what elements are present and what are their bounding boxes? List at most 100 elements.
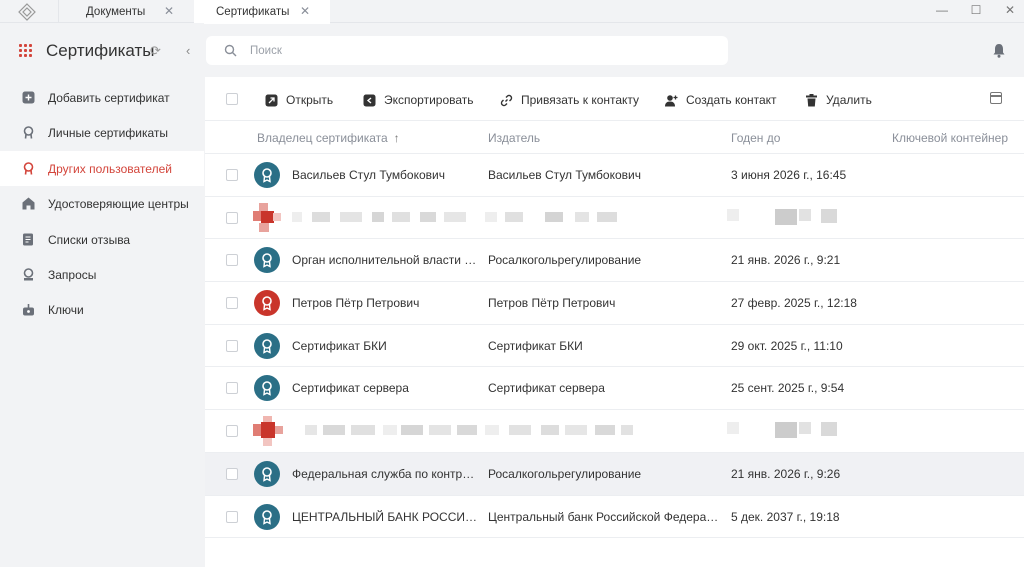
sidebar-item-revocation-lists[interactable]: Списки отзыва bbox=[0, 222, 204, 257]
sidebar-item-certificate-authorities[interactable]: Удостоверяющие центры bbox=[0, 186, 204, 221]
certificate-avatar-icon bbox=[254, 375, 280, 402]
sidebar-item-keys[interactable]: Ключи bbox=[0, 292, 204, 327]
open-button[interactable]: Открыть bbox=[265, 92, 333, 108]
cell-owner: Петров Пётр Петрович bbox=[292, 296, 420, 311]
sidebar-item-add-certificate[interactable]: Добавить сертификат bbox=[0, 80, 204, 115]
certificate-avatar-icon bbox=[254, 332, 280, 359]
tab-label: Сертификаты bbox=[216, 6, 290, 18]
sort-ascending-icon[interactable]: ↑ bbox=[394, 131, 400, 145]
open-external-icon bbox=[265, 94, 278, 106]
cell-owner: Орган исполнительной власти су... bbox=[292, 253, 480, 268]
search-input[interactable] bbox=[250, 41, 710, 60]
link-contact-button[interactable]: Привязать к контакту bbox=[500, 92, 639, 108]
cell-owner: Федеральная служба по контрол... bbox=[292, 466, 480, 481]
chevron-left-icon[interactable]: ‹ bbox=[186, 43, 190, 58]
key-icon bbox=[23, 304, 34, 316]
cell-issuer: Росалкогольрегулирование bbox=[488, 253, 642, 268]
sidebar-item-label: Ключи bbox=[48, 303, 84, 318]
delete-label: Удалить bbox=[826, 93, 872, 107]
search-box bbox=[206, 36, 728, 65]
column-header-valid-until[interactable]: Годен до bbox=[731, 131, 780, 145]
row-checkbox[interactable] bbox=[226, 297, 238, 310]
cell-owner: Васильев Стул Тумбокович bbox=[292, 168, 445, 182]
column-settings-icon[interactable] bbox=[990, 92, 1002, 104]
sidebar-item-label: Списки отзыва bbox=[48, 232, 131, 247]
redacted-issuer bbox=[485, 425, 635, 436]
redacted-owner bbox=[292, 211, 480, 222]
tab-documents[interactable]: Документы ✕ bbox=[58, 0, 194, 23]
delete-button[interactable]: Удалить bbox=[805, 92, 872, 108]
row-checkbox[interactable] bbox=[226, 382, 238, 395]
row-checkbox[interactable] bbox=[226, 425, 238, 438]
close-window-icon[interactable]: ✕ bbox=[1002, 2, 1018, 18]
cell-issuer: Центральный банк Российской Федерации bbox=[488, 509, 724, 524]
table-header: Владелец сертификата ↑ Издатель Годен до … bbox=[205, 121, 1024, 154]
export-icon bbox=[363, 94, 376, 106]
row-checkbox[interactable] bbox=[226, 254, 238, 267]
column-header-owner[interactable]: Владелец сертификата ↑ bbox=[257, 131, 400, 145]
row-checkbox[interactable] bbox=[226, 169, 238, 181]
row-checkbox[interactable] bbox=[226, 211, 238, 224]
certificate-icon bbox=[23, 161, 34, 175]
column-header-key-container[interactable]: Ключевой контейнер bbox=[892, 131, 1008, 145]
export-button[interactable]: Экспортировать bbox=[363, 92, 474, 108]
certificates-panel: Открыть Экспортировать Привязать к конта… bbox=[205, 77, 1024, 567]
certificate-avatar-icon bbox=[254, 162, 280, 188]
cell-issuer: Петров Пётр Петрович bbox=[488, 296, 616, 311]
apps-grid-icon[interactable] bbox=[19, 44, 33, 58]
bell-icon[interactable] bbox=[992, 43, 1006, 58]
add-user-icon bbox=[665, 94, 678, 106]
export-label: Экспортировать bbox=[384, 93, 474, 107]
sidebar-item-personal-certificates[interactable]: Личные сертификаты bbox=[0, 115, 204, 150]
sidebar-item-label: Других пользователей bbox=[48, 161, 172, 176]
create-contact-label: Создать контакт bbox=[686, 93, 777, 107]
certificate-avatar-icon bbox=[254, 503, 280, 530]
row-checkbox[interactable] bbox=[226, 467, 238, 480]
request-icon bbox=[23, 268, 34, 281]
tab-close-icon[interactable]: ✕ bbox=[164, 4, 174, 18]
title-bar: Документы ✕ Сертификаты ✕ — ☐ ✕ bbox=[0, 0, 1024, 24]
trash-icon bbox=[806, 93, 817, 106]
certificates-table-body: Васильев Стул Тумбокович Васильев Стул Т… bbox=[205, 154, 1024, 539]
table-row[interactable]: Сертификат БКИ Сертификат БКИ 29 окт. 20… bbox=[205, 325, 1024, 368]
table-row[interactable]: Орган исполнительной власти су... Росалк… bbox=[205, 239, 1024, 283]
revocation-list-icon bbox=[23, 233, 33, 246]
search-icon bbox=[224, 44, 237, 57]
table-row-redacted[interactable] bbox=[205, 197, 1024, 240]
column-header-issuer[interactable]: Издатель bbox=[488, 131, 540, 145]
column-owner-label: Владелец сертификата bbox=[257, 131, 388, 145]
row-checkbox[interactable] bbox=[226, 510, 238, 523]
certificate-avatar-icon bbox=[254, 247, 280, 274]
table-row[interactable]: ЦЕНТРАЛЬНЫЙ БАНК РОССИЙС... Центральный … bbox=[205, 496, 1024, 539]
cell-issuer: Васильев Стул Тумбокович bbox=[488, 168, 641, 182]
house-icon bbox=[22, 197, 35, 210]
table-row[interactable]: Сертификат сервера Сертификат сервера 25… bbox=[205, 367, 1024, 411]
cell-valid-until: 25 сент. 2025 г., 9:54 bbox=[731, 381, 845, 396]
sidebar-item-label: Добавить сертификат bbox=[48, 91, 170, 105]
table-row-selected[interactable]: Федеральная служба по контрол... Росалко… bbox=[205, 452, 1024, 496]
refresh-icon[interactable]: ⟳ bbox=[150, 43, 161, 59]
table-row[interactable]: Васильев Стул Тумбокович Васильев Стул Т… bbox=[205, 154, 1024, 197]
table-row-redacted[interactable] bbox=[205, 410, 1024, 453]
plus-square-icon bbox=[22, 91, 35, 104]
tab-label: Документы bbox=[86, 5, 146, 18]
minimize-icon[interactable]: — bbox=[934, 2, 950, 18]
cell-issuer: Росалкогольрегулирование bbox=[488, 466, 642, 481]
cell-valid-until: 29 окт. 2025 г., 11:10 bbox=[731, 338, 843, 353]
table-row[interactable]: Петров Пётр Петрович Петров Пётр Петрови… bbox=[205, 282, 1024, 325]
sidebar-item-requests[interactable]: Запросы bbox=[0, 257, 204, 292]
row-checkbox[interactable] bbox=[226, 339, 238, 352]
redacted-owner bbox=[305, 425, 485, 436]
tab-close-icon[interactable]: ✕ bbox=[300, 4, 310, 18]
tab-certificates[interactable]: Сертификаты ✕ bbox=[194, 0, 330, 24]
create-contact-button[interactable]: Создать контакт bbox=[665, 92, 777, 108]
redacted-valid-until bbox=[727, 422, 839, 439]
select-all-checkbox[interactable] bbox=[226, 93, 238, 105]
open-label: Открыть bbox=[286, 93, 334, 107]
sidebar-item-other-users[interactable]: Других пользователей bbox=[0, 150, 204, 187]
maximize-icon[interactable]: ☐ bbox=[968, 2, 984, 18]
cell-issuer: Сертификат сервера bbox=[488, 381, 605, 396]
cell-owner: Сертификат БКИ bbox=[292, 338, 387, 353]
cell-valid-until: 21 янв. 2026 г., 9:26 bbox=[731, 466, 841, 481]
link-contact-label: Привязать к контакту bbox=[521, 93, 640, 107]
